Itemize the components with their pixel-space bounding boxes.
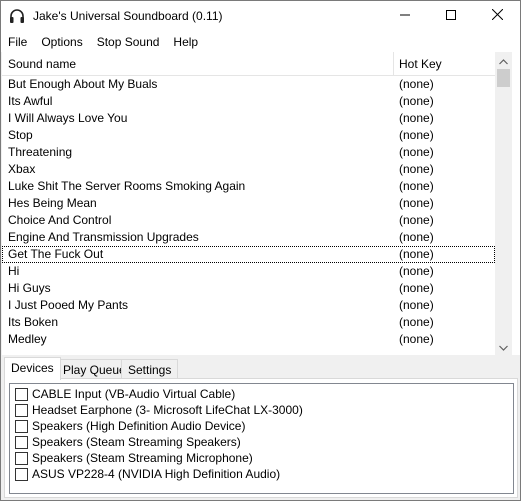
device-label: Headset Earphone (3- Microsoft LifeChat … <box>32 403 303 417</box>
sound-row[interactable]: Its Boken (none) <box>2 314 495 331</box>
sound-name-cell: I Just Pooed My Pants <box>8 298 129 312</box>
sound-name-cell: But Enough About My Buals <box>8 77 158 91</box>
sound-name-cell: Threatening <box>8 145 73 159</box>
maximize-icon <box>446 9 456 23</box>
sound-row[interactable]: Engine And Transmission Upgrades (none) <box>2 229 495 246</box>
device-label: ASUS VP228-4 (NVIDIA High Definition Aud… <box>32 467 281 481</box>
sound-name-cell: Medley <box>8 332 47 346</box>
column-hot-key[interactable]: Hot Key <box>395 52 495 76</box>
hotkey-cell: (none) <box>399 281 434 295</box>
device-item[interactable]: ASUS VP228-4 (NVIDIA High Definition Aud… <box>10 466 513 482</box>
scroll-down-button[interactable] <box>495 338 512 355</box>
sound-row[interactable]: I Will Always Love You (none) <box>2 110 495 127</box>
device-checklist: CABLE Input (VB-Audio Virtual Cable) Head… <box>9 383 514 494</box>
sound-name-cell: Luke Shit The Server Rooms Smoking Again <box>8 179 246 193</box>
menu-bar: File Options Stop Sound Help <box>1 32 520 52</box>
sound-row[interactable]: Xbax (none) <box>2 161 495 178</box>
hotkey-cell: (none) <box>399 162 434 176</box>
menu-file[interactable]: File <box>1 32 34 52</box>
device-label: CABLE Input (VB-Audio Virtual Cable) <box>32 387 236 401</box>
sound-row[interactable]: Get The Fuck Out (none) <box>2 246 495 263</box>
title-bar: Jake's Universal Soundboard (0.11) <box>1 1 520 32</box>
device-item[interactable]: CABLE Input (VB-Audio Virtual Cable) <box>10 386 513 402</box>
sound-row[interactable]: Choice And Control (none) <box>2 212 495 229</box>
hotkey-cell: (none) <box>399 230 434 244</box>
list-header: Sound name Hot Key <box>2 52 495 76</box>
sound-name-cell: Hi <box>8 264 20 278</box>
sound-row[interactable]: Hes Being Mean (none) <box>2 195 495 212</box>
sound-row[interactable]: Luke Shit The Server Rooms Smoking Again… <box>2 178 495 195</box>
menu-options[interactable]: Options <box>34 32 89 52</box>
device-item[interactable]: Speakers (High Definition Audio Device) <box>10 418 513 434</box>
device-checkbox[interactable] <box>15 436 28 449</box>
sound-name-cell: Choice And Control <box>8 213 112 227</box>
sound-rows: But Enough About My Buals (none) Its Awful… <box>2 76 495 348</box>
window-title: Jake's Universal Soundboard (0.11) <box>33 9 223 23</box>
device-label: Speakers (Steam Streaming Microphone) <box>32 451 253 465</box>
devices-panel: CABLE Input (VB-Audio Virtual Cable) Head… <box>4 378 518 498</box>
chevron-up-icon <box>499 54 508 68</box>
menu-stop-sound[interactable]: Stop Sound <box>90 32 167 52</box>
sound-name-cell: Its Boken <box>8 315 59 329</box>
scroll-up-button[interactable] <box>495 52 512 69</box>
device-checkbox[interactable] <box>15 420 28 433</box>
device-item[interactable]: Headset Earphone (3- Microsoft LifeChat … <box>10 402 513 418</box>
sound-row[interactable]: Hi (none) <box>2 263 495 280</box>
device-checkbox[interactable] <box>15 388 28 401</box>
chevron-down-icon <box>499 340 508 354</box>
sound-name-cell: Hes Being Mean <box>8 196 97 210</box>
device-checkbox[interactable] <box>15 452 28 465</box>
device-checkbox[interactable] <box>15 468 28 481</box>
headphones-icon <box>8 7 26 25</box>
sound-name-cell: Its Awful <box>8 94 53 108</box>
menu-help[interactable]: Help <box>166 32 205 52</box>
hotkey-cell: (none) <box>399 298 434 312</box>
sound-row[interactable]: Stop (none) <box>2 127 495 144</box>
hotkey-cell: (none) <box>399 196 434 210</box>
hotkey-cell: (none) <box>399 128 434 142</box>
sound-name-cell: Engine And Transmission Upgrades <box>8 230 199 244</box>
minimize-icon <box>400 9 410 23</box>
close-icon <box>491 8 503 23</box>
sound-row[interactable]: Hi Guys (none) <box>2 280 495 297</box>
minimize-button[interactable] <box>382 1 428 31</box>
app-window: Jake's Universal Soundboard (0.11) File … <box>0 0 521 501</box>
hotkey-cell: (none) <box>399 315 434 329</box>
hotkey-cell: (none) <box>399 247 434 261</box>
sound-row[interactable]: But Enough About My Buals (none) <box>2 76 495 93</box>
hotkey-cell: (none) <box>399 111 434 125</box>
device-item[interactable]: Speakers (Steam Streaming Microphone) <box>10 450 513 466</box>
hotkey-cell: (none) <box>399 213 434 227</box>
hotkey-cell: (none) <box>399 94 434 108</box>
hotkey-cell: (none) <box>399 264 434 278</box>
sound-name-cell: Xbax <box>8 162 36 176</box>
sound-row[interactable]: Threatening (none) <box>2 144 495 161</box>
hotkey-cell: (none) <box>399 145 434 159</box>
close-button[interactable] <box>474 1 520 31</box>
column-sound-name[interactable]: Sound name <box>2 52 394 76</box>
sound-name-cell: Stop <box>8 128 33 142</box>
sound-name-cell: Get The Fuck Out <box>8 247 104 261</box>
device-label: Speakers (Steam Streaming Speakers) <box>32 435 241 449</box>
tab-devices[interactable]: Devices <box>4 357 61 380</box>
vertical-scrollbar[interactable] <box>495 52 512 355</box>
device-checkbox[interactable] <box>15 404 28 417</box>
maximize-button[interactable] <box>428 1 474 31</box>
hotkey-cell: (none) <box>399 77 434 91</box>
sound-row[interactable]: Its Awful (none) <box>2 93 495 110</box>
tab-settings[interactable]: Settings <box>121 359 179 379</box>
sound-list[interactable]: Sound name Hot Key But Enough About My B… <box>2 52 520 355</box>
hotkey-cell: (none) <box>399 332 434 346</box>
device-label: Speakers (High Definition Audio Device) <box>32 419 246 433</box>
sound-row[interactable]: Medley (none) <box>2 331 495 348</box>
hotkey-cell: (none) <box>399 179 434 193</box>
scroll-thumb[interactable] <box>497 69 510 87</box>
sound-name-cell: I Will Always Love You <box>8 111 128 125</box>
tab-strip: Devices Play Queue Settings <box>1 357 520 380</box>
sound-row[interactable]: I Just Pooed My Pants (none) <box>2 297 495 314</box>
sound-name-cell: Hi Guys <box>8 281 51 295</box>
device-item[interactable]: Speakers (Steam Streaming Speakers) <box>10 434 513 450</box>
